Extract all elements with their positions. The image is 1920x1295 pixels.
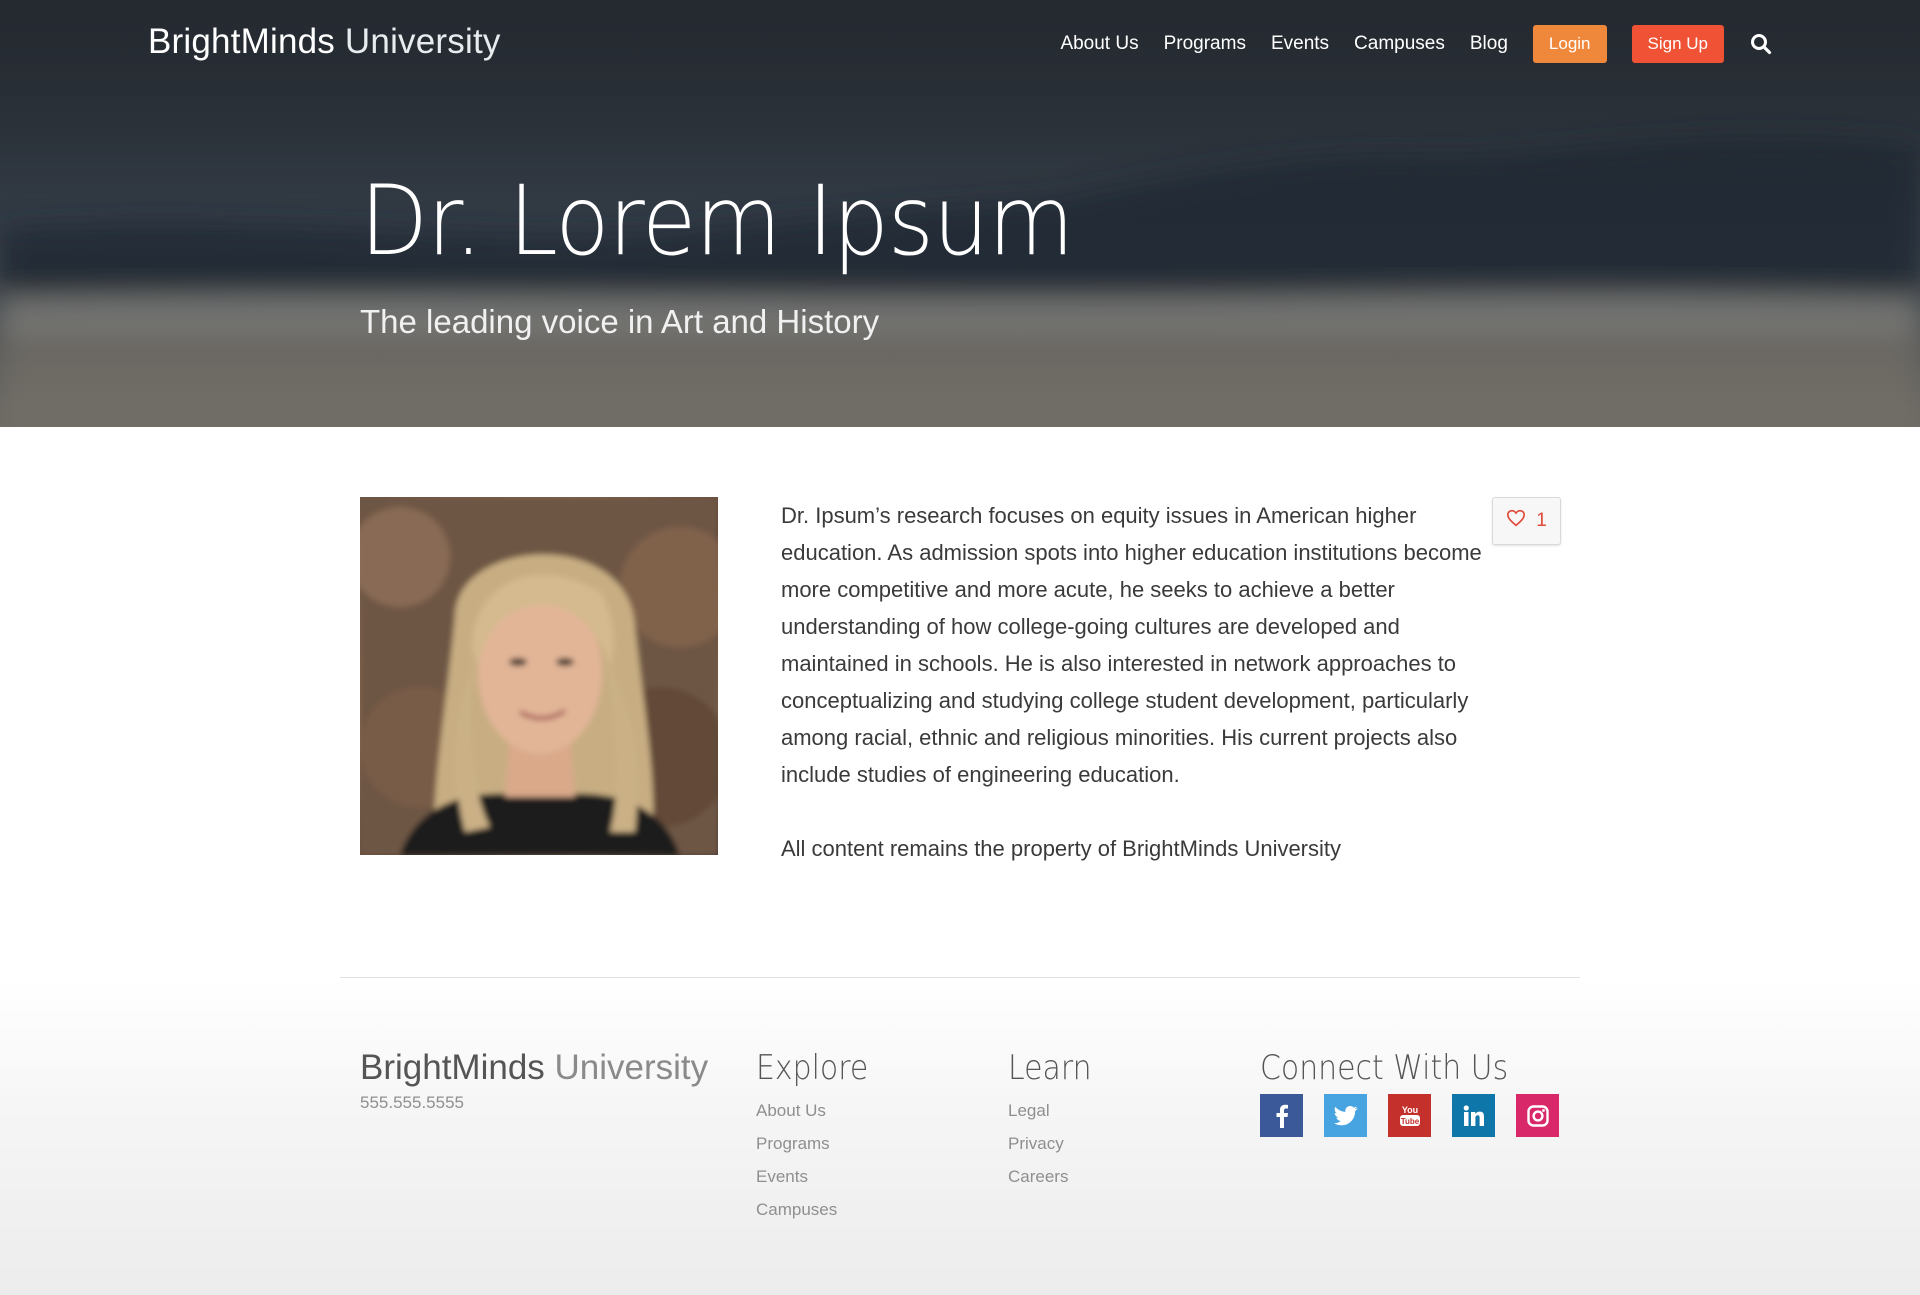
nav-link-about[interactable]: About Us [1060, 33, 1138, 55]
nav-link-programs[interactable]: Programs [1164, 33, 1246, 55]
heart-icon [1506, 509, 1526, 533]
footer-phone[interactable]: 555.555.5555 [360, 1093, 464, 1113]
logo-text-bold: BrightMinds [148, 22, 335, 61]
footer-logo-bold: BrightMinds [360, 1048, 545, 1087]
footer-link-privacy[interactable]: Privacy [1008, 1127, 1103, 1160]
footer-learn-title: Learn [1008, 1048, 1092, 1088]
nav-link-events[interactable]: Events [1271, 33, 1329, 55]
footer-explore-title: Explore [756, 1048, 869, 1088]
footer-link-legal[interactable]: Legal [1008, 1094, 1103, 1127]
site-logo[interactable]: BrightMinds University [148, 22, 501, 62]
svg-text:You: You [1401, 1105, 1417, 1115]
youtube-icon[interactable]: You Tube [1388, 1094, 1431, 1137]
footer-link-events[interactable]: Events [756, 1160, 884, 1193]
hero-banner: BrightMinds University About Us Programs… [0, 0, 1920, 427]
bio-paragraph: Dr. Ipsum’s research focuses on equity i… [781, 503, 1482, 787]
footer-link-programs[interactable]: Programs [756, 1127, 884, 1160]
nav-link-blog[interactable]: Blog [1470, 33, 1508, 55]
nav-link-campuses[interactable]: Campuses [1354, 33, 1445, 55]
footer-logo-light: University [544, 1048, 709, 1087]
like-count: 1 [1536, 510, 1547, 531]
instagram-icon[interactable] [1516, 1094, 1559, 1137]
site-footer [0, 977, 1920, 1295]
twitter-icon[interactable] [1324, 1094, 1367, 1137]
signup-button[interactable]: Sign Up [1631, 25, 1724, 63]
profile-photo [360, 497, 718, 855]
main-nav: About Us Programs Events Campuses Blog L… [1035, 24, 1772, 64]
footer-connect-column: Connect With Us You Tube [1260, 1048, 1559, 1137]
footer-link-campuses[interactable]: Campuses [756, 1193, 884, 1226]
page-subtitle: The leading voice in Art and History [360, 303, 880, 340]
linkedin-icon[interactable] [1452, 1094, 1495, 1137]
profile-bio: Dr. Ipsum’s research focuses on equity i… [781, 497, 1511, 867]
search-icon[interactable] [1750, 33, 1772, 55]
svg-text:Tube: Tube [1400, 1117, 1419, 1126]
copyright-note: All content remains the property of Brig… [781, 836, 1342, 861]
footer-explore-column: Explore About Us Programs Events Campuse… [756, 1048, 884, 1226]
footer-link-about[interactable]: About Us [756, 1094, 884, 1127]
logo-text-light: University [335, 22, 501, 61]
social-links: You Tube [1260, 1094, 1559, 1137]
footer-connect-title: Connect With Us [1260, 1048, 1509, 1088]
footer-divider [340, 977, 1580, 978]
like-button[interactable]: 1 [1492, 497, 1561, 545]
footer-logo[interactable]: BrightMinds University [360, 1048, 708, 1088]
login-button[interactable]: Login [1532, 25, 1607, 63]
footer-link-careers[interactable]: Careers [1008, 1160, 1103, 1193]
facebook-icon[interactable] [1260, 1094, 1303, 1137]
footer-learn-column: Learn Legal Privacy Careers [1008, 1048, 1103, 1193]
page-title: Dr. Lorem Ipsum [360, 165, 1074, 277]
